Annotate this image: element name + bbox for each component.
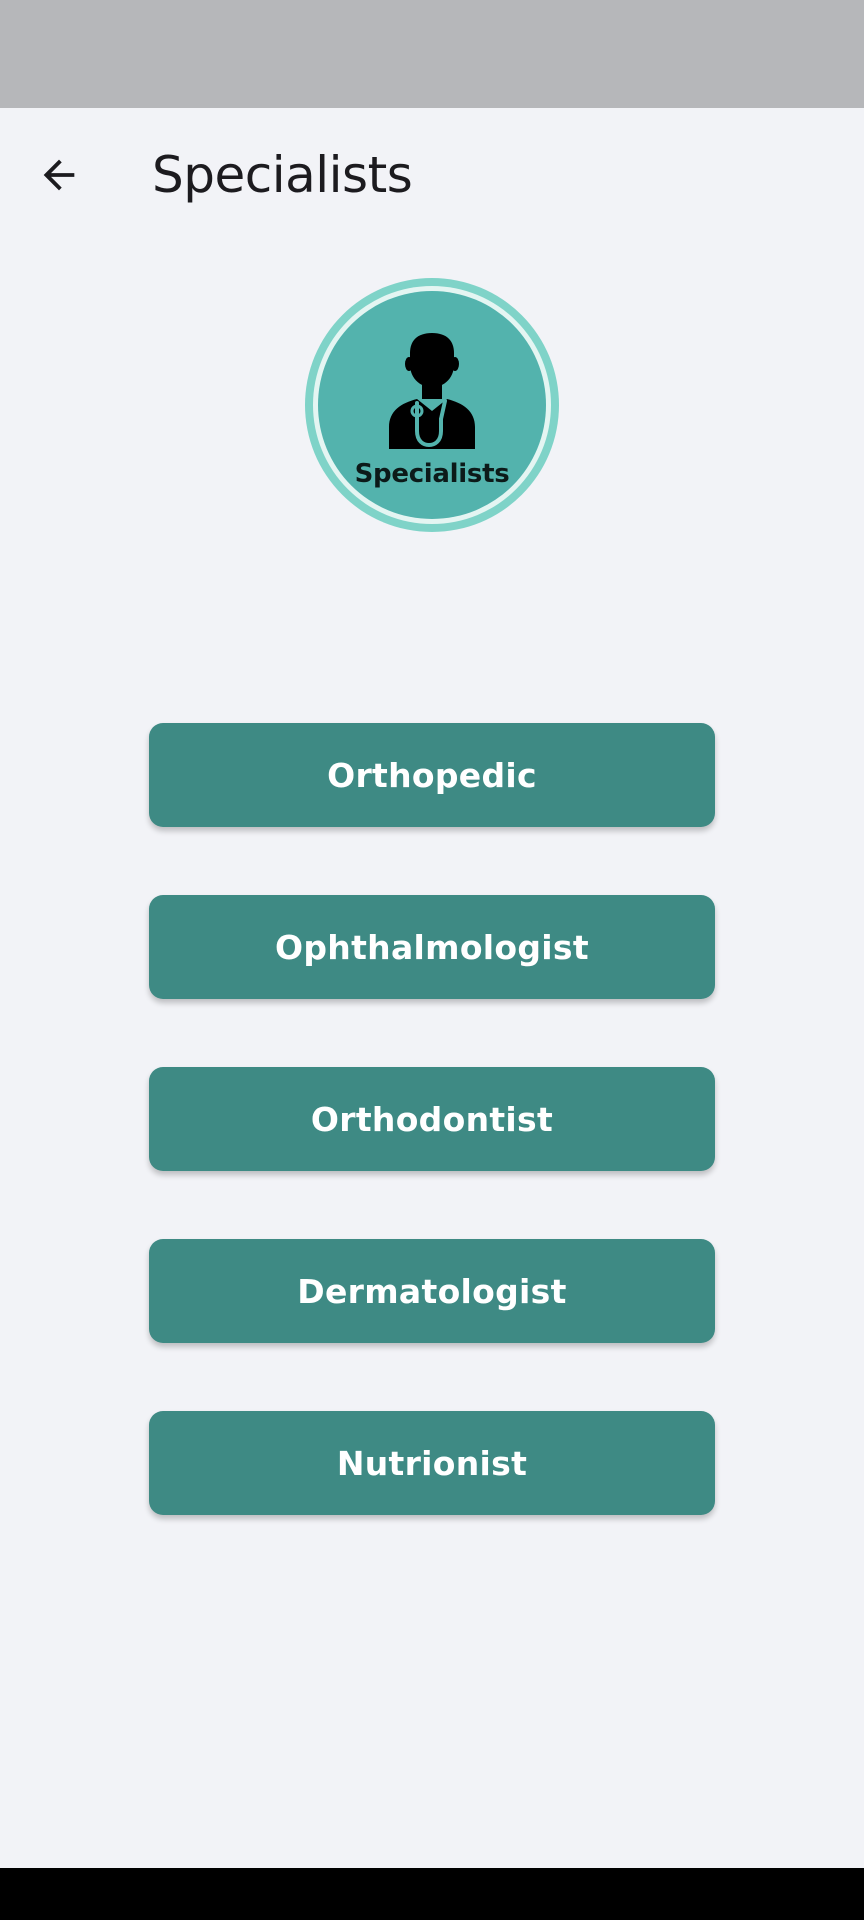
nutrionist-button[interactable]: Nutrionist xyxy=(149,1411,715,1515)
back-button[interactable] xyxy=(22,138,96,212)
specialists-emblem: Specialists xyxy=(305,278,559,532)
orthopedic-button[interactable]: Orthopedic xyxy=(149,723,715,827)
emblem-ring: Specialists xyxy=(313,286,551,524)
dermatologist-button[interactable]: Dermatologist xyxy=(149,1239,715,1343)
emblem-core: Specialists xyxy=(318,291,546,519)
emblem-label: Specialists xyxy=(354,459,510,489)
specialty-list: Orthopedic Ophthalmologist Orthodontist … xyxy=(149,723,715,1583)
status-bar xyxy=(0,0,864,108)
doctor-stethoscope-icon xyxy=(389,333,475,449)
app-bar: Specialists xyxy=(0,108,864,228)
arrow-left-icon xyxy=(43,159,75,191)
ophthalmologist-button[interactable]: Ophthalmologist xyxy=(149,895,715,999)
page-title: Specialists xyxy=(152,146,413,204)
system-navigation-bar xyxy=(0,1868,864,1920)
orthodontist-button[interactable]: Orthodontist xyxy=(149,1067,715,1171)
